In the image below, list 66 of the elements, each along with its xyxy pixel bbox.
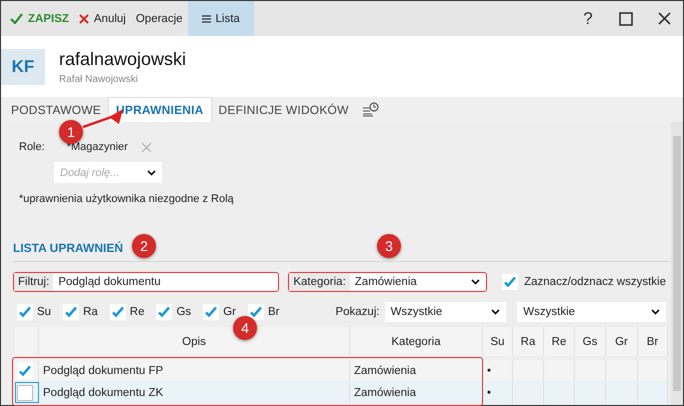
table-cell [575, 382, 606, 403]
header-cell [15, 327, 39, 356]
user-full-name: Rafał Nawojowski [59, 74, 139, 84]
scrollbar-thumb[interactable] [673, 136, 681, 391]
column-header[interactable]: Kategoria [350, 327, 483, 356]
column-header[interactable]: Su [483, 327, 513, 356]
roles-note: *uprawnienia użytkownika niezgodne z Rolą [19, 193, 235, 205]
row-select-cell[interactable] [15, 360, 39, 381]
flag-label: Gs [176, 306, 192, 318]
table-cell [638, 360, 668, 381]
select-all-label: Zaznacz/odznacz wszystkie [524, 276, 666, 288]
flag-label: Re [130, 306, 144, 318]
history-icon [362, 102, 379, 117]
column-header[interactable]: Br [638, 327, 668, 356]
table-cell: Zamówienia [350, 382, 483, 403]
column-header[interactable]: Ra [513, 327, 544, 356]
close-icon[interactable] [658, 12, 670, 25]
table-cell [575, 360, 606, 381]
avatar-initials: KF [1, 48, 45, 84]
row-select-cell[interactable] [15, 382, 39, 403]
show-dropdown[interactable]: Wszystkie [517, 302, 666, 322]
menu-icon [202, 14, 211, 22]
tab[interactable]: UPRAWNIENIA [108, 97, 212, 122]
show-dropdown[interactable]: Wszystkie [384, 302, 506, 322]
table-cell: Zamówienia [350, 360, 483, 381]
step-badge: 3 [377, 234, 401, 258]
checkbox[interactable] [17, 384, 33, 400]
help-button[interactable]: ? [583, 8, 593, 28]
column-header[interactable]: Gr [606, 327, 638, 356]
caret-icon [147, 170, 156, 176]
table-cell [544, 382, 575, 403]
toolbar-button[interactable]: Anuluj [74, 1, 131, 36]
flag-label: Br [268, 306, 280, 318]
column-header[interactable]: Re [544, 327, 575, 356]
category-dropdown[interactable]: Kategoria: Zamówienia [288, 272, 488, 292]
filter-field[interactable]: Filtruj: Podgląd dokumentu [13, 272, 280, 292]
caret-icon [471, 279, 480, 285]
checkmark-icon [10, 13, 23, 24]
table-cell [544, 360, 575, 381]
table-cell [606, 382, 638, 403]
toolbar-button[interactable]: Operacje [130, 1, 188, 36]
roles-label: Role: [19, 141, 45, 153]
table-cell: Podgląd dokumentu ZK [39, 382, 350, 403]
flag-label: Su [37, 306, 52, 318]
close-icon [78, 14, 89, 24]
flag-label: Ra [83, 306, 98, 318]
table-cell [513, 382, 544, 403]
flag-label: Gr [223, 306, 236, 318]
table-cell [513, 360, 544, 381]
step-badge: 1 [59, 120, 83, 144]
caret-icon [651, 309, 660, 315]
toolbar-button[interactable]: Lista [188, 1, 254, 36]
table-cell: • [483, 382, 513, 403]
table-cell: Podgląd dokumentu FP [39, 360, 350, 381]
tab[interactable]: DEFINICJE WIDOKÓW [212, 97, 356, 122]
maximize-icon[interactable] [619, 12, 633, 26]
show-label: Pokazuj: [335, 306, 380, 318]
column-header[interactable]: Gs [575, 327, 606, 356]
table-cell: • [483, 360, 513, 381]
caret-icon [491, 309, 500, 315]
table-cell [638, 382, 668, 403]
user-login: rafalnawojowski [59, 48, 186, 70]
role-name: *Magazynier [66, 141, 128, 153]
step-badge: 2 [132, 234, 156, 258]
tab[interactable]: PODSTAWOWE [4, 97, 108, 122]
table-cell [606, 360, 638, 381]
